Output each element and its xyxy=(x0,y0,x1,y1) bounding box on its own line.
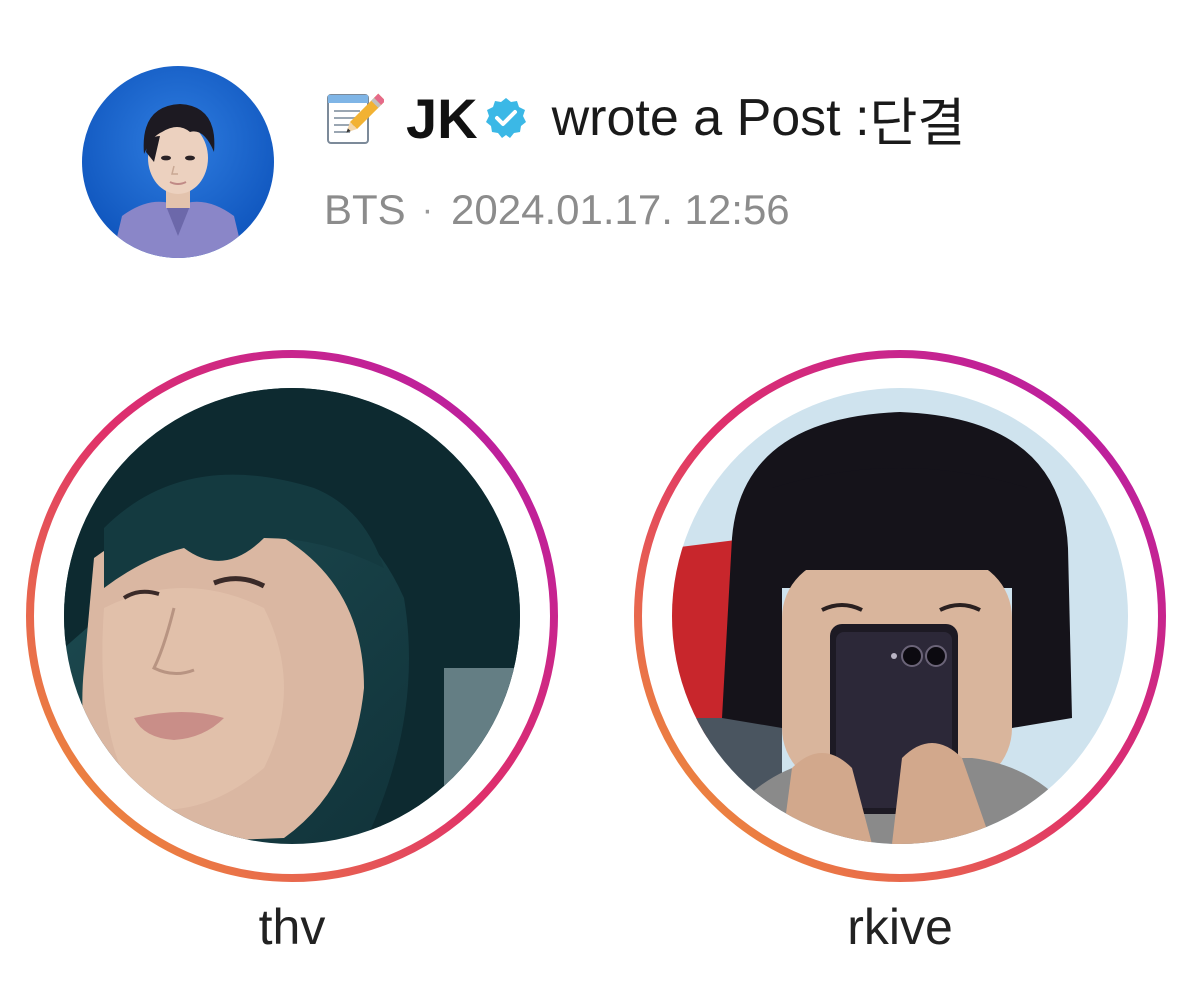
memo-pencil-icon xyxy=(322,87,386,149)
author-avatar[interactable] xyxy=(82,66,274,258)
author-name[interactable]: JK xyxy=(406,86,478,151)
story-avatar[interactable] xyxy=(672,388,1128,844)
meta-separator: · xyxy=(421,190,434,229)
post-meta: BTS · 2024.01.17. 12:56 xyxy=(324,182,790,238)
story-username[interactable]: thv xyxy=(22,898,562,956)
verified-check-icon xyxy=(484,96,528,140)
story-ring[interactable] xyxy=(630,346,1170,886)
post-action-text: wrote a Post : xyxy=(551,89,870,147)
story-avatar[interactable] xyxy=(64,388,520,844)
story-username[interactable]: rkive xyxy=(630,898,1170,956)
story-item[interactable]: rkive xyxy=(630,346,1170,956)
group-name[interactable]: BTS xyxy=(324,186,406,234)
post-notification: JK wrote a Post : 단결 BTS · 2024.01.17. 1… xyxy=(0,0,1200,994)
post-timestamp: 2024.01.17. 12:56 xyxy=(451,186,790,233)
story-item[interactable]: thv xyxy=(22,346,562,956)
post-title[interactable]: 단결 xyxy=(870,81,966,156)
story-ring[interactable] xyxy=(22,346,562,886)
post-headline[interactable]: JK wrote a Post : 단결 xyxy=(322,80,965,156)
